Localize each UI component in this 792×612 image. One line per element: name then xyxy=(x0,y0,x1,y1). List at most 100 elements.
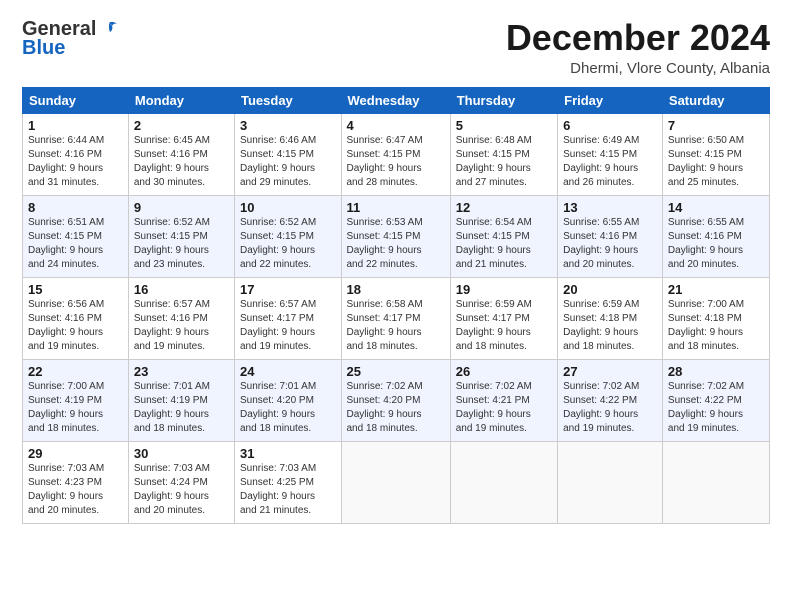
day-number: 20 xyxy=(563,282,657,297)
calendar-cell: 20Sunrise: 6:59 AM Sunset: 4:18 PM Dayli… xyxy=(558,277,663,359)
calendar-cell: 25Sunrise: 7:02 AM Sunset: 4:20 PM Dayli… xyxy=(341,359,450,441)
day-info: Sunrise: 6:53 AM Sunset: 4:15 PM Dayligh… xyxy=(347,216,445,272)
calendar-cell: 21Sunrise: 7:00 AM Sunset: 4:18 PM Dayli… xyxy=(662,277,769,359)
calendar-cell: 16Sunrise: 6:57 AM Sunset: 4:16 PM Dayli… xyxy=(128,277,234,359)
day-info: Sunrise: 6:57 AM Sunset: 4:17 PM Dayligh… xyxy=(240,298,336,354)
logo-bird-icon xyxy=(98,19,120,41)
day-number: 4 xyxy=(347,118,445,133)
calendar-cell: 23Sunrise: 7:01 AM Sunset: 4:19 PM Dayli… xyxy=(128,359,234,441)
day-info: Sunrise: 7:02 AM Sunset: 4:22 PM Dayligh… xyxy=(563,380,657,436)
calendar-cell: 11Sunrise: 6:53 AM Sunset: 4:15 PM Dayli… xyxy=(341,195,450,277)
day-number: 24 xyxy=(240,364,336,379)
day-number: 25 xyxy=(347,364,445,379)
day-info: Sunrise: 6:55 AM Sunset: 4:16 PM Dayligh… xyxy=(668,216,764,272)
calendar-cell: 18Sunrise: 6:58 AM Sunset: 4:17 PM Dayli… xyxy=(341,277,450,359)
calendar-week-5: 29Sunrise: 7:03 AM Sunset: 4:23 PM Dayli… xyxy=(23,441,770,523)
day-number: 23 xyxy=(134,364,229,379)
day-info: Sunrise: 7:01 AM Sunset: 4:20 PM Dayligh… xyxy=(240,380,336,436)
day-number: 6 xyxy=(563,118,657,133)
calendar-cell: 9Sunrise: 6:52 AM Sunset: 4:15 PM Daylig… xyxy=(128,195,234,277)
calendar-cell: 8Sunrise: 6:51 AM Sunset: 4:15 PM Daylig… xyxy=(23,195,129,277)
logo: General Blue xyxy=(22,18,120,60)
day-number: 17 xyxy=(240,282,336,297)
calendar-cell: 3Sunrise: 6:46 AM Sunset: 4:15 PM Daylig… xyxy=(235,113,342,195)
day-number: 27 xyxy=(563,364,657,379)
day-number: 12 xyxy=(456,200,552,215)
calendar-week-1: 1Sunrise: 6:44 AM Sunset: 4:16 PM Daylig… xyxy=(23,113,770,195)
calendar-cell: 2Sunrise: 6:45 AM Sunset: 4:16 PM Daylig… xyxy=(128,113,234,195)
calendar-week-4: 22Sunrise: 7:00 AM Sunset: 4:19 PM Dayli… xyxy=(23,359,770,441)
day-info: Sunrise: 6:50 AM Sunset: 4:15 PM Dayligh… xyxy=(668,134,764,190)
calendar-cell: 12Sunrise: 6:54 AM Sunset: 4:15 PM Dayli… xyxy=(450,195,557,277)
day-number: 30 xyxy=(134,446,229,461)
calendar-cell: 26Sunrise: 7:02 AM Sunset: 4:21 PM Dayli… xyxy=(450,359,557,441)
calendar-cell: 6Sunrise: 6:49 AM Sunset: 4:15 PM Daylig… xyxy=(558,113,663,195)
calendar-cell: 17Sunrise: 6:57 AM Sunset: 4:17 PM Dayli… xyxy=(235,277,342,359)
day-info: Sunrise: 6:44 AM Sunset: 4:16 PM Dayligh… xyxy=(28,134,123,190)
calendar-body: 1Sunrise: 6:44 AM Sunset: 4:16 PM Daylig… xyxy=(23,113,770,523)
day-info: Sunrise: 6:48 AM Sunset: 4:15 PM Dayligh… xyxy=(456,134,552,190)
calendar-cell: 31Sunrise: 7:03 AM Sunset: 4:25 PM Dayli… xyxy=(235,441,342,523)
title-block: December 2024 Dhermi, Vlore County, Alba… xyxy=(506,18,770,77)
day-number: 2 xyxy=(134,118,229,133)
day-info: Sunrise: 6:57 AM Sunset: 4:16 PM Dayligh… xyxy=(134,298,229,354)
day-info: Sunrise: 7:02 AM Sunset: 4:22 PM Dayligh… xyxy=(668,380,764,436)
day-number: 21 xyxy=(668,282,764,297)
day-number: 29 xyxy=(28,446,123,461)
day-info: Sunrise: 7:03 AM Sunset: 4:23 PM Dayligh… xyxy=(28,462,123,518)
calendar-header-monday: Monday xyxy=(128,87,234,113)
page: General Blue December 2024 Dhermi, Vlore… xyxy=(0,0,792,536)
calendar-cell: 29Sunrise: 7:03 AM Sunset: 4:23 PM Dayli… xyxy=(23,441,129,523)
day-info: Sunrise: 7:00 AM Sunset: 4:19 PM Dayligh… xyxy=(28,380,123,436)
day-info: Sunrise: 7:03 AM Sunset: 4:25 PM Dayligh… xyxy=(240,462,336,518)
calendar-cell: 27Sunrise: 7:02 AM Sunset: 4:22 PM Dayli… xyxy=(558,359,663,441)
day-info: Sunrise: 6:46 AM Sunset: 4:15 PM Dayligh… xyxy=(240,134,336,190)
day-number: 26 xyxy=(456,364,552,379)
calendar-cell: 1Sunrise: 6:44 AM Sunset: 4:16 PM Daylig… xyxy=(23,113,129,195)
day-info: Sunrise: 6:45 AM Sunset: 4:16 PM Dayligh… xyxy=(134,134,229,190)
day-number: 13 xyxy=(563,200,657,215)
day-number: 18 xyxy=(347,282,445,297)
calendar-week-3: 15Sunrise: 6:56 AM Sunset: 4:16 PM Dayli… xyxy=(23,277,770,359)
day-info: Sunrise: 6:55 AM Sunset: 4:16 PM Dayligh… xyxy=(563,216,657,272)
day-info: Sunrise: 7:02 AM Sunset: 4:21 PM Dayligh… xyxy=(456,380,552,436)
calendar-header-saturday: Saturday xyxy=(662,87,769,113)
day-info: Sunrise: 6:54 AM Sunset: 4:15 PM Dayligh… xyxy=(456,216,552,272)
day-info: Sunrise: 6:58 AM Sunset: 4:17 PM Dayligh… xyxy=(347,298,445,354)
calendar-header-wednesday: Wednesday xyxy=(341,87,450,113)
main-title: December 2024 xyxy=(506,18,770,58)
day-info: Sunrise: 6:59 AM Sunset: 4:18 PM Dayligh… xyxy=(563,298,657,354)
calendar-cell xyxy=(450,441,557,523)
day-number: 22 xyxy=(28,364,123,379)
day-info: Sunrise: 6:59 AM Sunset: 4:17 PM Dayligh… xyxy=(456,298,552,354)
calendar-cell: 19Sunrise: 6:59 AM Sunset: 4:17 PM Dayli… xyxy=(450,277,557,359)
day-number: 3 xyxy=(240,118,336,133)
day-info: Sunrise: 6:47 AM Sunset: 4:15 PM Dayligh… xyxy=(347,134,445,190)
day-info: Sunrise: 6:49 AM Sunset: 4:15 PM Dayligh… xyxy=(563,134,657,190)
calendar-cell: 15Sunrise: 6:56 AM Sunset: 4:16 PM Dayli… xyxy=(23,277,129,359)
day-number: 11 xyxy=(347,200,445,215)
day-info: Sunrise: 6:52 AM Sunset: 4:15 PM Dayligh… xyxy=(134,216,229,272)
calendar-header-tuesday: Tuesday xyxy=(235,87,342,113)
calendar-cell: 4Sunrise: 6:47 AM Sunset: 4:15 PM Daylig… xyxy=(341,113,450,195)
calendar-cell: 13Sunrise: 6:55 AM Sunset: 4:16 PM Dayli… xyxy=(558,195,663,277)
header: General Blue December 2024 Dhermi, Vlore… xyxy=(22,18,770,77)
calendar-cell: 22Sunrise: 7:00 AM Sunset: 4:19 PM Dayli… xyxy=(23,359,129,441)
calendar-header-friday: Friday xyxy=(558,87,663,113)
calendar-cell: 14Sunrise: 6:55 AM Sunset: 4:16 PM Dayli… xyxy=(662,195,769,277)
calendar-header-sunday: Sunday xyxy=(23,87,129,113)
calendar-week-2: 8Sunrise: 6:51 AM Sunset: 4:15 PM Daylig… xyxy=(23,195,770,277)
calendar-header-row: SundayMondayTuesdayWednesdayThursdayFrid… xyxy=(23,87,770,113)
calendar-cell: 5Sunrise: 6:48 AM Sunset: 4:15 PM Daylig… xyxy=(450,113,557,195)
calendar-cell xyxy=(558,441,663,523)
day-number: 9 xyxy=(134,200,229,215)
day-number: 28 xyxy=(668,364,764,379)
calendar-cell: 28Sunrise: 7:02 AM Sunset: 4:22 PM Dayli… xyxy=(662,359,769,441)
calendar: SundayMondayTuesdayWednesdayThursdayFrid… xyxy=(22,87,770,524)
calendar-cell: 10Sunrise: 6:52 AM Sunset: 4:15 PM Dayli… xyxy=(235,195,342,277)
calendar-header-thursday: Thursday xyxy=(450,87,557,113)
day-number: 8 xyxy=(28,200,123,215)
day-number: 14 xyxy=(668,200,764,215)
day-number: 5 xyxy=(456,118,552,133)
day-number: 16 xyxy=(134,282,229,297)
